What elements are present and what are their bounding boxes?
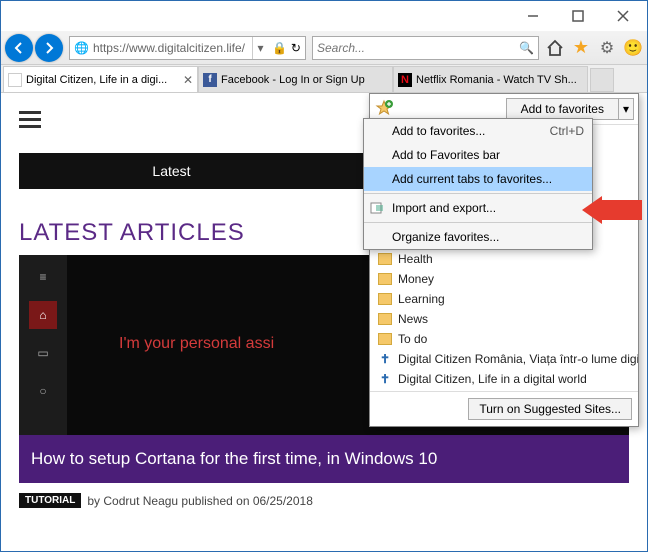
- folder-icon: [378, 313, 392, 325]
- link-icon: ✝: [378, 352, 392, 366]
- search-icon[interactable]: 🔍: [519, 41, 534, 55]
- navigation-toolbar: 🌐 ▾ 🔒 ↻ 🔍 ★ ⚙ 🙂: [1, 31, 647, 65]
- site-icon: 🌐: [74, 41, 89, 55]
- add-to-favorites-button[interactable]: Add to favorites: [506, 98, 619, 120]
- window-titlebar: [1, 1, 647, 31]
- fav-folder[interactable]: Money: [370, 269, 638, 289]
- settings-icon[interactable]: ⚙: [597, 38, 617, 58]
- refresh-icon[interactable]: ↻: [291, 41, 301, 55]
- article-tag: TUTORIAL: [19, 493, 81, 508]
- favorites-icon[interactable]: ★: [571, 38, 591, 58]
- import-export-icon: [370, 200, 386, 216]
- menu-add-to-favorites[interactable]: Add to favorites...Ctrl+D: [364, 119, 592, 143]
- tab-active[interactable]: Digital Citizen, Life in a digi... ✕: [3, 66, 198, 92]
- link-icon: ✝: [378, 372, 392, 386]
- minimize-button[interactable]: [510, 2, 555, 30]
- content-area: DIGITAL CI Latest LATEST ARTICLES ≡ ⌂ ▭ …: [1, 93, 647, 553]
- hamburger-icon[interactable]: [19, 111, 41, 128]
- url-input[interactable]: [93, 41, 248, 55]
- cortana-text: I'm your personal assi: [119, 335, 274, 353]
- facebook-icon: f: [203, 73, 217, 87]
- menu-icon: ≡: [29, 263, 57, 291]
- menu-separator: [364, 222, 592, 223]
- menu-separator: [364, 193, 592, 194]
- fav-link[interactable]: ✝Digital Citizen România, Viața într-o l…: [370, 349, 638, 369]
- circle-icon: ○: [29, 377, 57, 405]
- annotation-arrow: [582, 196, 642, 227]
- netflix-icon: N: [398, 73, 412, 87]
- nav-latest[interactable]: Latest: [19, 153, 324, 189]
- close-button[interactable]: [600, 2, 645, 30]
- article-title: How to setup Cortana for the first time,…: [19, 435, 629, 483]
- maximize-button[interactable]: [555, 2, 600, 30]
- favorites-panel: Add to favorites ▾ Favo T C D G Home Hea…: [369, 93, 639, 427]
- search-bar[interactable]: 🔍: [312, 36, 539, 60]
- tab-favicon: [8, 73, 22, 87]
- folder-icon: [378, 333, 392, 345]
- tab[interactable]: N Netflix Romania - Watch TV Sh...: [393, 66, 588, 92]
- search-input[interactable]: [317, 41, 519, 55]
- fav-folder[interactable]: Learning: [370, 289, 638, 309]
- tab-close-icon[interactable]: ✕: [183, 73, 193, 87]
- home-sim-icon: ⌂: [29, 301, 57, 329]
- doc-icon: ▭: [29, 339, 57, 367]
- fav-link[interactable]: ✝Digital Citizen, Life in a digital worl…: [370, 369, 638, 389]
- add-to-favorites-dropdown[interactable]: ▾: [619, 98, 634, 120]
- folder-icon: [378, 273, 392, 285]
- lock-icon: 🔒: [272, 41, 287, 55]
- add-favorite-icon[interactable]: [374, 99, 394, 119]
- suggested-sites-button[interactable]: Turn on Suggested Sites...: [468, 398, 632, 420]
- tab-label: Digital Citizen, Life in a digi...: [26, 74, 179, 86]
- fav-folder[interactable]: Health: [370, 249, 638, 269]
- forward-button[interactable]: [35, 34, 63, 62]
- article-byline: by Codrut Neagu published on 06/25/2018: [87, 494, 313, 508]
- address-bar[interactable]: 🌐 ▾ 🔒 ↻: [69, 36, 306, 60]
- home-icon[interactable]: [545, 38, 565, 58]
- tab-label: Netflix Romania - Watch TV Sh...: [416, 74, 583, 86]
- back-button[interactable]: [5, 34, 33, 62]
- fav-folder[interactable]: To do: [370, 329, 638, 349]
- menu-add-current-tabs[interactable]: Add current tabs to favorites...: [364, 167, 592, 191]
- menu-add-to-favorites-bar[interactable]: Add to Favorites bar: [364, 143, 592, 167]
- folder-icon: [378, 253, 392, 265]
- add-favorites-menu: Add to favorites...Ctrl+D Add to Favorit…: [363, 118, 593, 250]
- menu-import-export[interactable]: Import and export...: [364, 196, 592, 220]
- tab-strip: Digital Citizen, Life in a digi... ✕ f F…: [1, 65, 647, 93]
- menu-organize-favorites[interactable]: Organize favorites...: [364, 225, 592, 249]
- smiley-icon[interactable]: 🙂: [623, 38, 643, 58]
- tab-label: Facebook - Log In or Sign Up: [221, 74, 388, 86]
- folder-icon: [378, 293, 392, 305]
- url-dropdown[interactable]: ▾: [252, 37, 268, 59]
- new-tab-button[interactable]: [590, 68, 614, 92]
- tab[interactable]: f Facebook - Log In or Sign Up: [198, 66, 393, 92]
- fav-folder[interactable]: News: [370, 309, 638, 329]
